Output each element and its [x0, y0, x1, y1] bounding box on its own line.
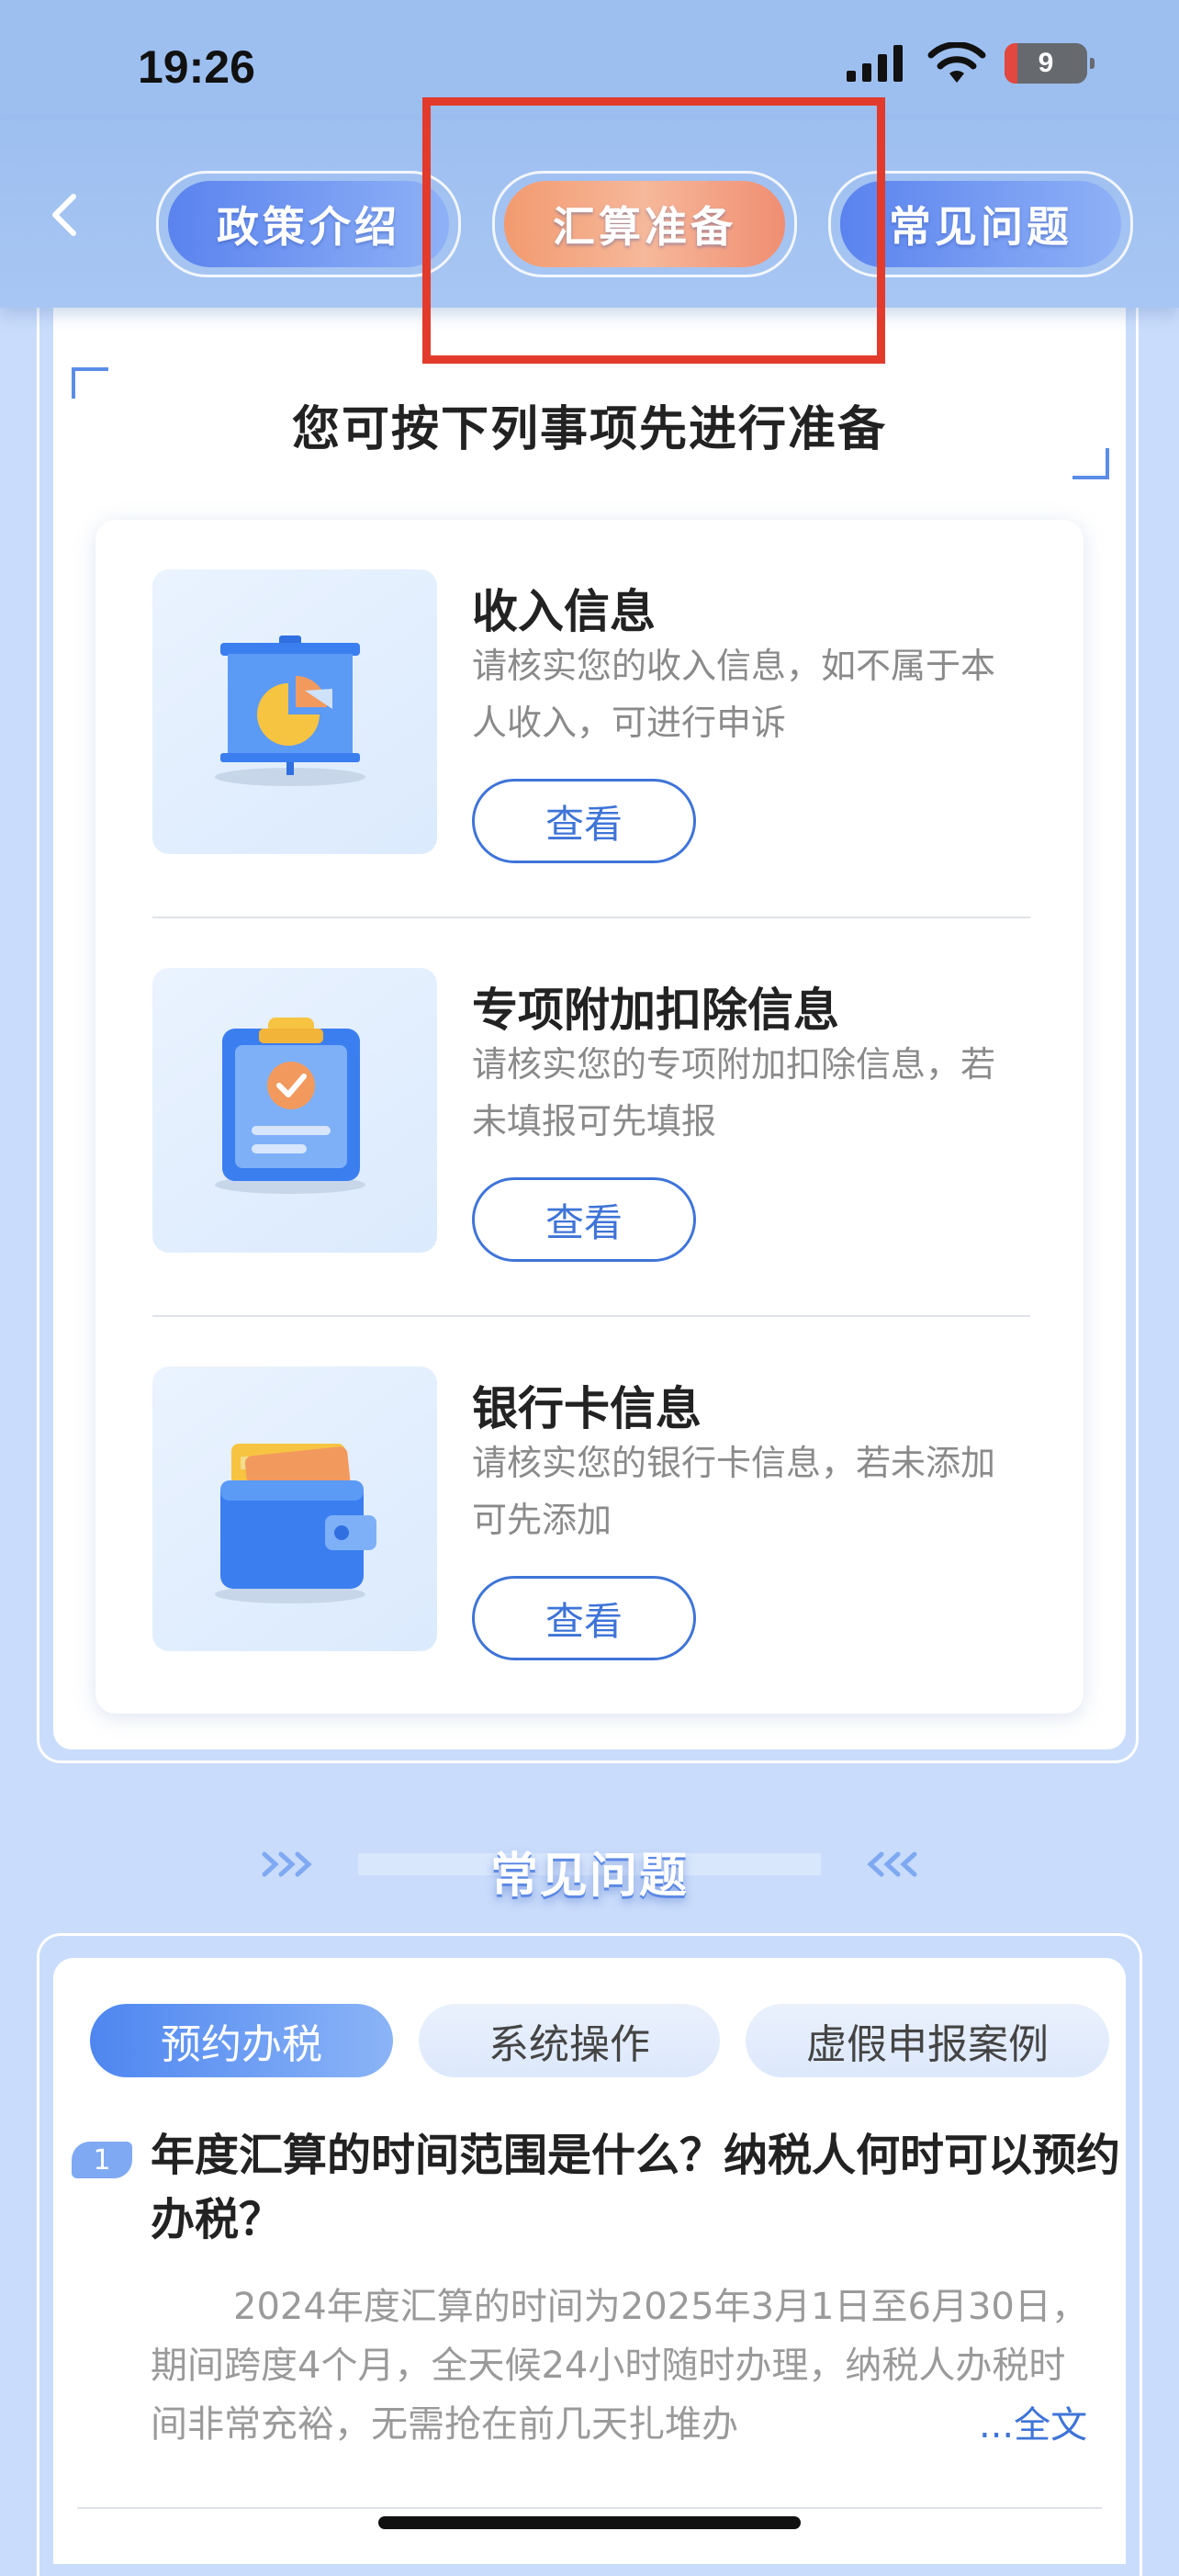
- presentation-chart-icon: [152, 569, 437, 854]
- battery-icon: 9: [1005, 43, 1095, 84]
- prep-item-title: 收入信息: [472, 585, 656, 638]
- wallet-icon: [152, 1367, 437, 1651]
- prep-item-desc: 请核实您的银行卡信息，若未添加可先添加: [472, 1443, 996, 1540]
- signal-icon: [847, 45, 903, 82]
- divider: [77, 2507, 1102, 2509]
- tab-policy-intro[interactable]: 政策介绍: [156, 171, 461, 277]
- answer-body: 2024年度汇算的时间为2025年3月1日至6月30日，期间跨度4个月，全天候2…: [151, 2286, 1088, 2446]
- faq-tab-false-declaration[interactable]: 虚假申报案例: [746, 2004, 1109, 2077]
- prep-item-title: 专项附加扣除信息: [472, 984, 839, 1037]
- back-arrow-icon[interactable]: [44, 193, 88, 237]
- faq-tab-appointment[interactable]: 预约办税: [90, 2004, 393, 2077]
- read-more-link[interactable]: ...全文: [973, 2395, 1088, 2448]
- tab-label: 常见问题: [889, 202, 1072, 252]
- system-icons: 9: [845, 42, 1095, 84]
- status-time: 19:26: [138, 41, 255, 93]
- view-button[interactable]: 查看: [472, 1177, 696, 1262]
- prep-item-deduction: 专项附加扣除信息 请核实您的专项附加扣除信息，若未填报可先填报 查看: [95, 918, 1084, 1318]
- faq-section-title: 常见问题: [489, 1849, 689, 1904]
- highlight-annotation-box: [422, 97, 885, 364]
- prep-item-desc: 请核实您的专项附加扣除信息，若未填报可先填报: [472, 1044, 996, 1142]
- clipboard-check-icon: [152, 968, 437, 1253]
- prep-item-title: 银行卡信息: [472, 1382, 702, 1435]
- prep-title: 您可按下列事项先进行准备: [291, 402, 887, 457]
- faq-tab-system-ops[interactable]: 系统操作: [419, 2004, 720, 2077]
- view-button[interactable]: 查看: [472, 1576, 696, 1660]
- prep-item-desc: 请核实您的收入信息，如不属于本人收入，可进行申诉: [472, 646, 996, 743]
- prep-item-income: 收入信息 请核实您的收入信息，如不属于本人收入，可进行申诉 查看: [95, 520, 1084, 919]
- tab-label: 政策介绍: [217, 202, 400, 252]
- home-indicator: [378, 2516, 801, 2529]
- battery-level: 9: [1038, 48, 1054, 78]
- wifi-icon: [927, 42, 986, 83]
- question-number-badge: 1: [72, 2142, 132, 2178]
- question-text[interactable]: 年度汇算的时间范围是什么？纳税人何时可以预约办税？: [151, 2123, 1124, 2252]
- prep-items-panel: 收入信息 请核实您的收入信息，如不属于本人收入，可进行申诉 查看 专项附加扣除信…: [95, 520, 1084, 1714]
- view-button[interactable]: 查看: [472, 779, 696, 863]
- answer-text: 2024年度汇算的时间为2025年3月1日至6月30日，期间跨度4个月，全天候2…: [151, 2278, 1096, 2454]
- prep-item-bank-card: 银行卡信息 请核实您的银行卡信息，若未添加可先添加 查看: [95, 1317, 1084, 1716]
